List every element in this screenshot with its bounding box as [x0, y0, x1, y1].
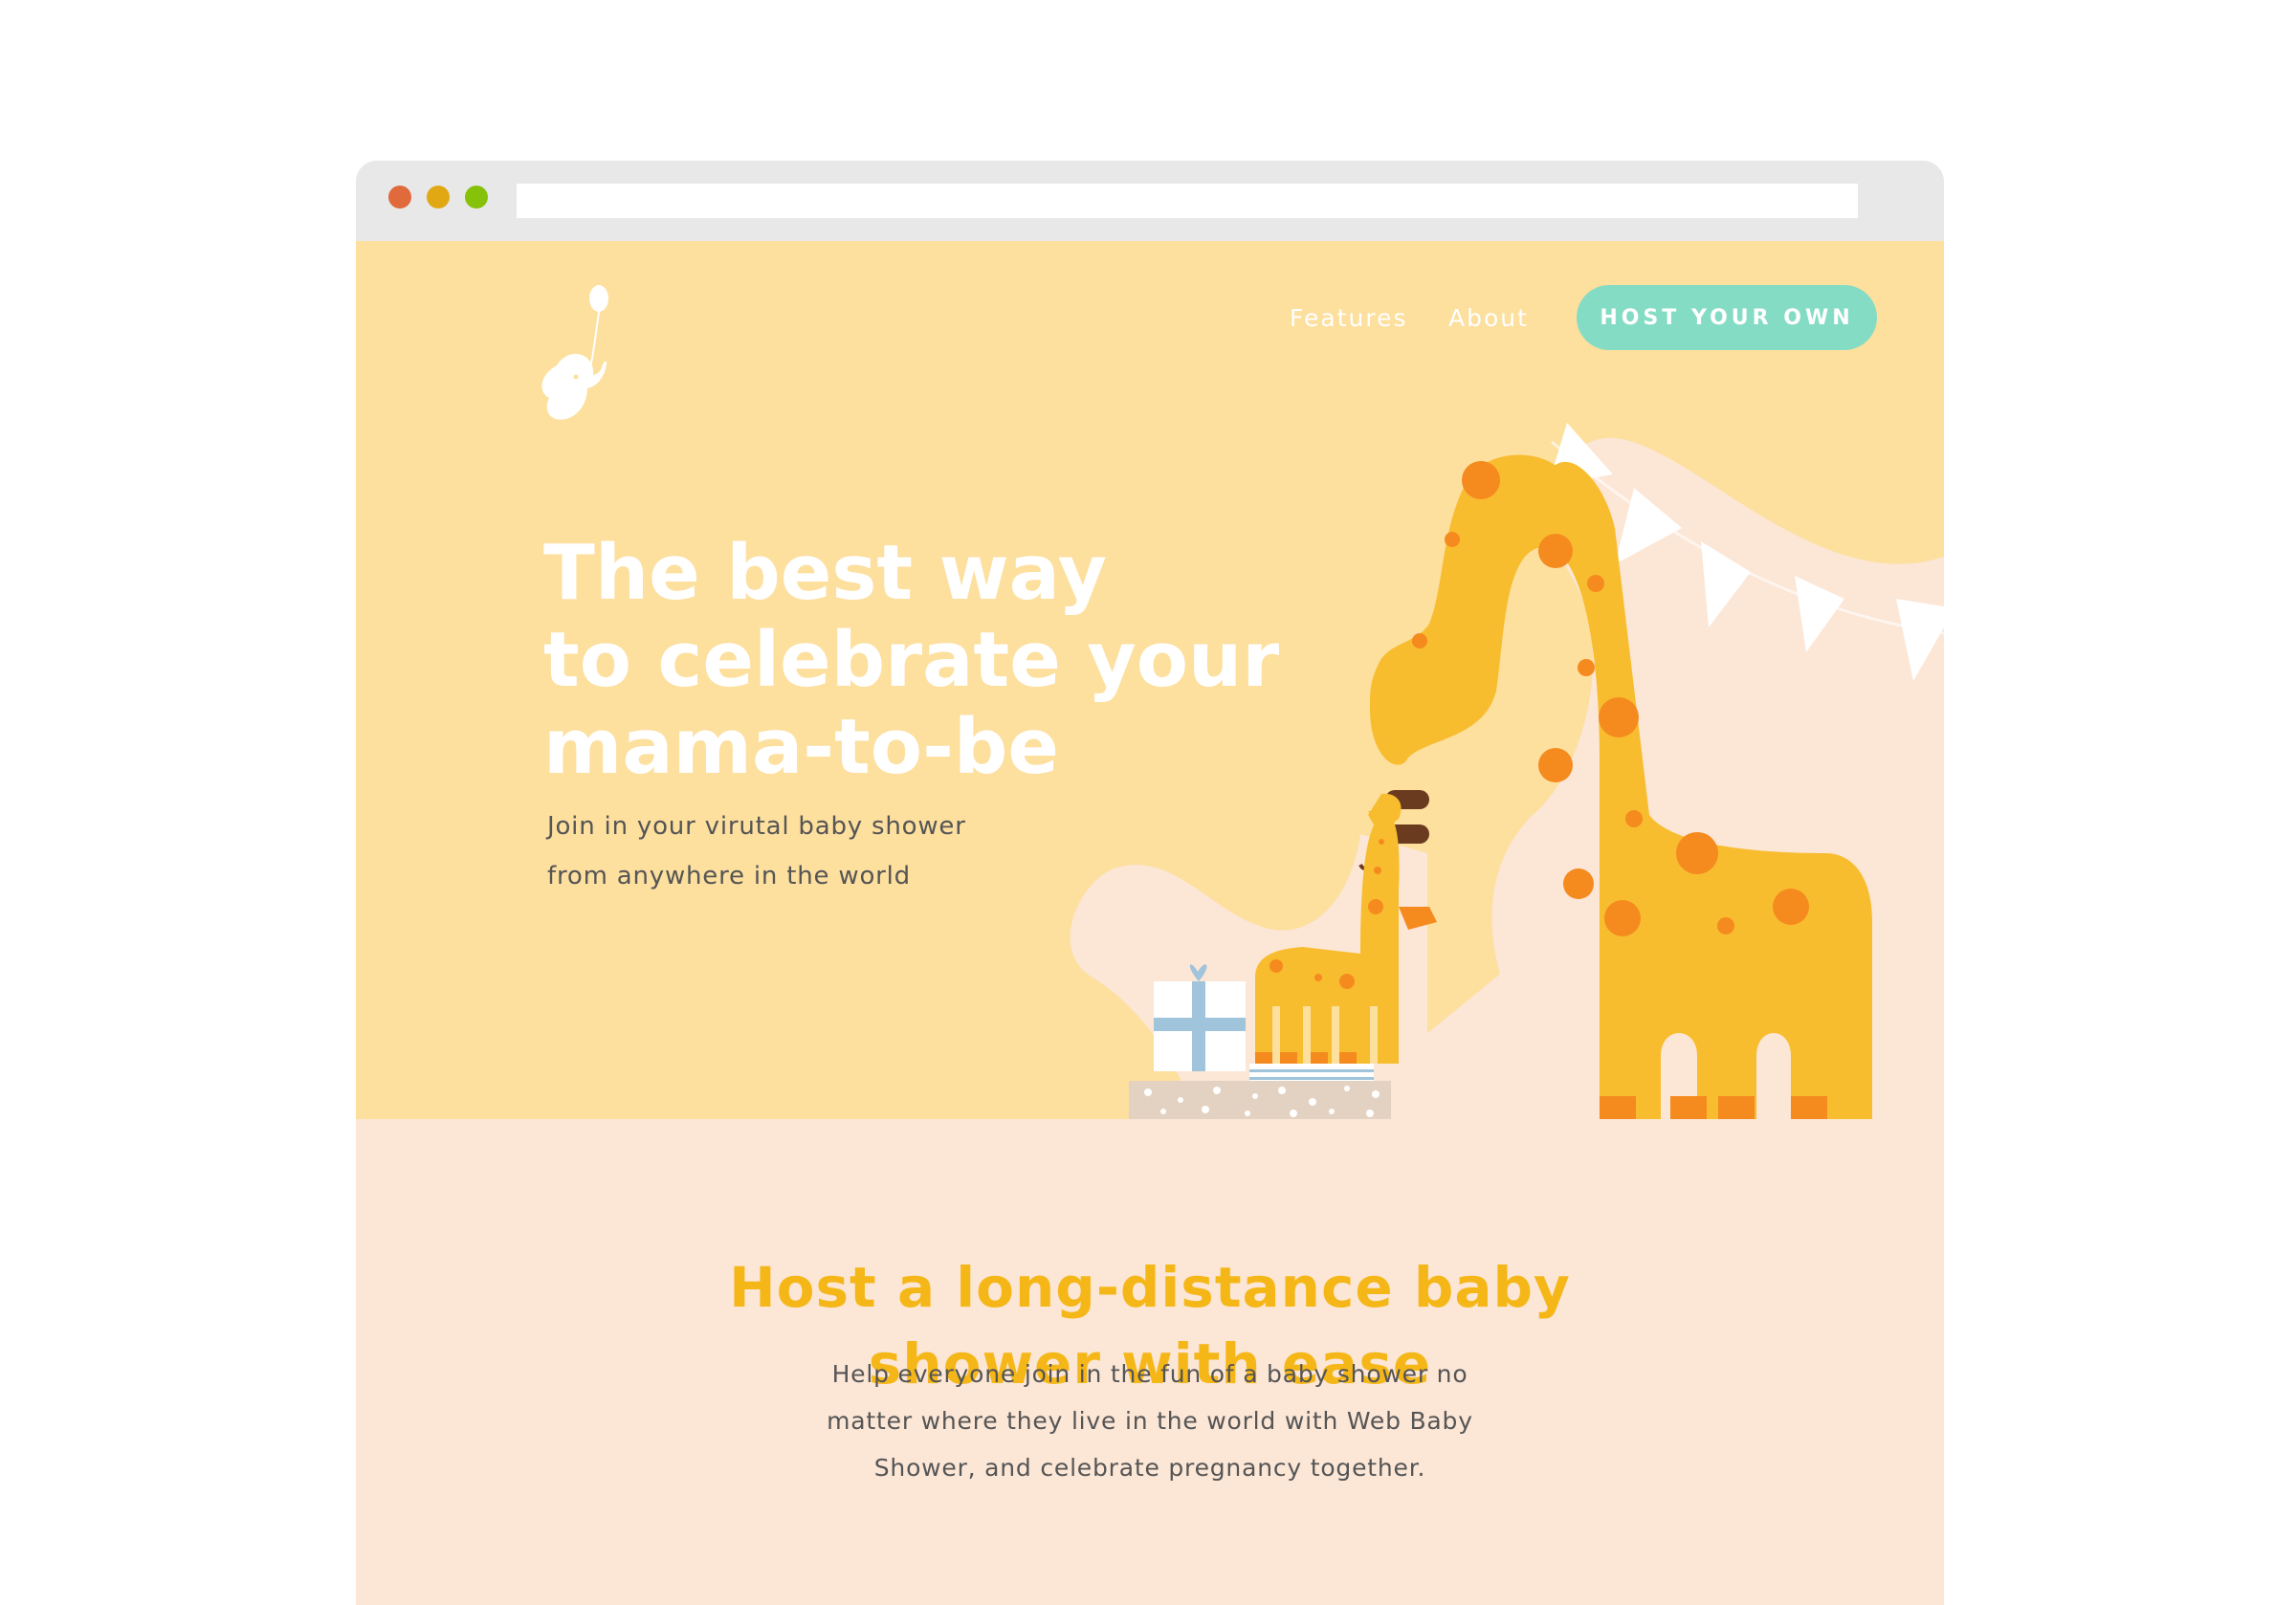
hero-title: The best way to celebrate your mama-to-b…	[543, 529, 1280, 791]
browser-window: Features About HOST YOUR OWN The best wa…	[356, 161, 1944, 1605]
minimize-window-button[interactable]	[427, 186, 450, 209]
close-window-button[interactable]	[388, 186, 411, 209]
elephant-balloon-icon[interactable]	[538, 283, 614, 427]
features-description-line: Help everyone join in the fun of a baby …	[831, 1360, 1468, 1388]
features-description-line: matter where they live in the world with…	[827, 1407, 1473, 1435]
hero-title-line: to celebrate your	[543, 616, 1280, 704]
hero-subtitle-line: Join in your virutal baby shower	[547, 812, 966, 841]
features-description: Help everyone join in the fun of a baby …	[815, 1351, 1485, 1491]
address-bar[interactable]	[517, 184, 1858, 218]
nav-features-link[interactable]: Features	[1290, 304, 1408, 332]
hero-section: Features About HOST YOUR OWN The best wa…	[356, 241, 1944, 1119]
features-description-line: Shower, and celebrate pregnancy together…	[873, 1454, 1426, 1482]
polka-dot-box-icon	[1129, 1081, 1391, 1119]
hero-title-line: mama-to-be	[543, 703, 1059, 791]
hero-title-line: The best way	[543, 529, 1107, 617]
host-your-own-button[interactable]: HOST YOUR OWN	[1577, 285, 1877, 350]
browser-toolbar	[356, 161, 1944, 241]
hero-subtitle: Join in your virutal baby shower from an…	[547, 802, 1045, 901]
features-title-line: Host a long-distance baby	[729, 1255, 1571, 1320]
nav-about-link[interactable]: About	[1448, 304, 1529, 332]
hero-subtitle-line: from anywhere in the world	[547, 862, 911, 890]
maximize-window-button[interactable]	[465, 186, 488, 209]
